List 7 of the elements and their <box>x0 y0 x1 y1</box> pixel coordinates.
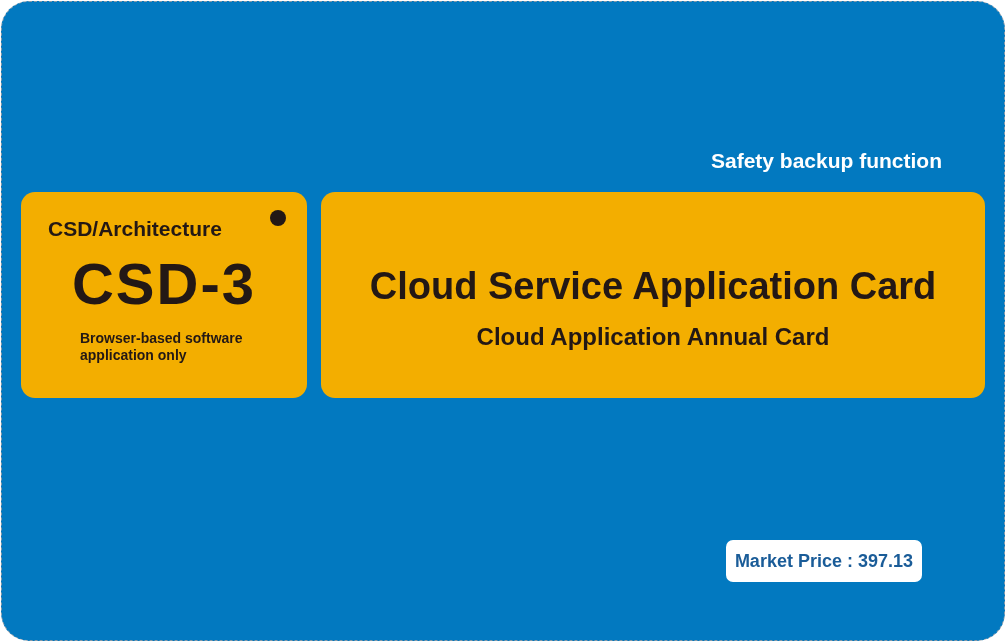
usage-note: Browser-based software application only <box>80 330 244 364</box>
tagline: Safety backup function <box>710 148 942 174</box>
card-title: Cloud Service Application Card <box>369 264 937 308</box>
category-label: CSD/Architecture <box>48 216 222 242</box>
model-code: CSD-3 <box>72 252 256 316</box>
card-subtitle: Cloud Application Annual Card <box>476 322 830 352</box>
price-tag: Market Price : 397.13 <box>725 540 922 582</box>
